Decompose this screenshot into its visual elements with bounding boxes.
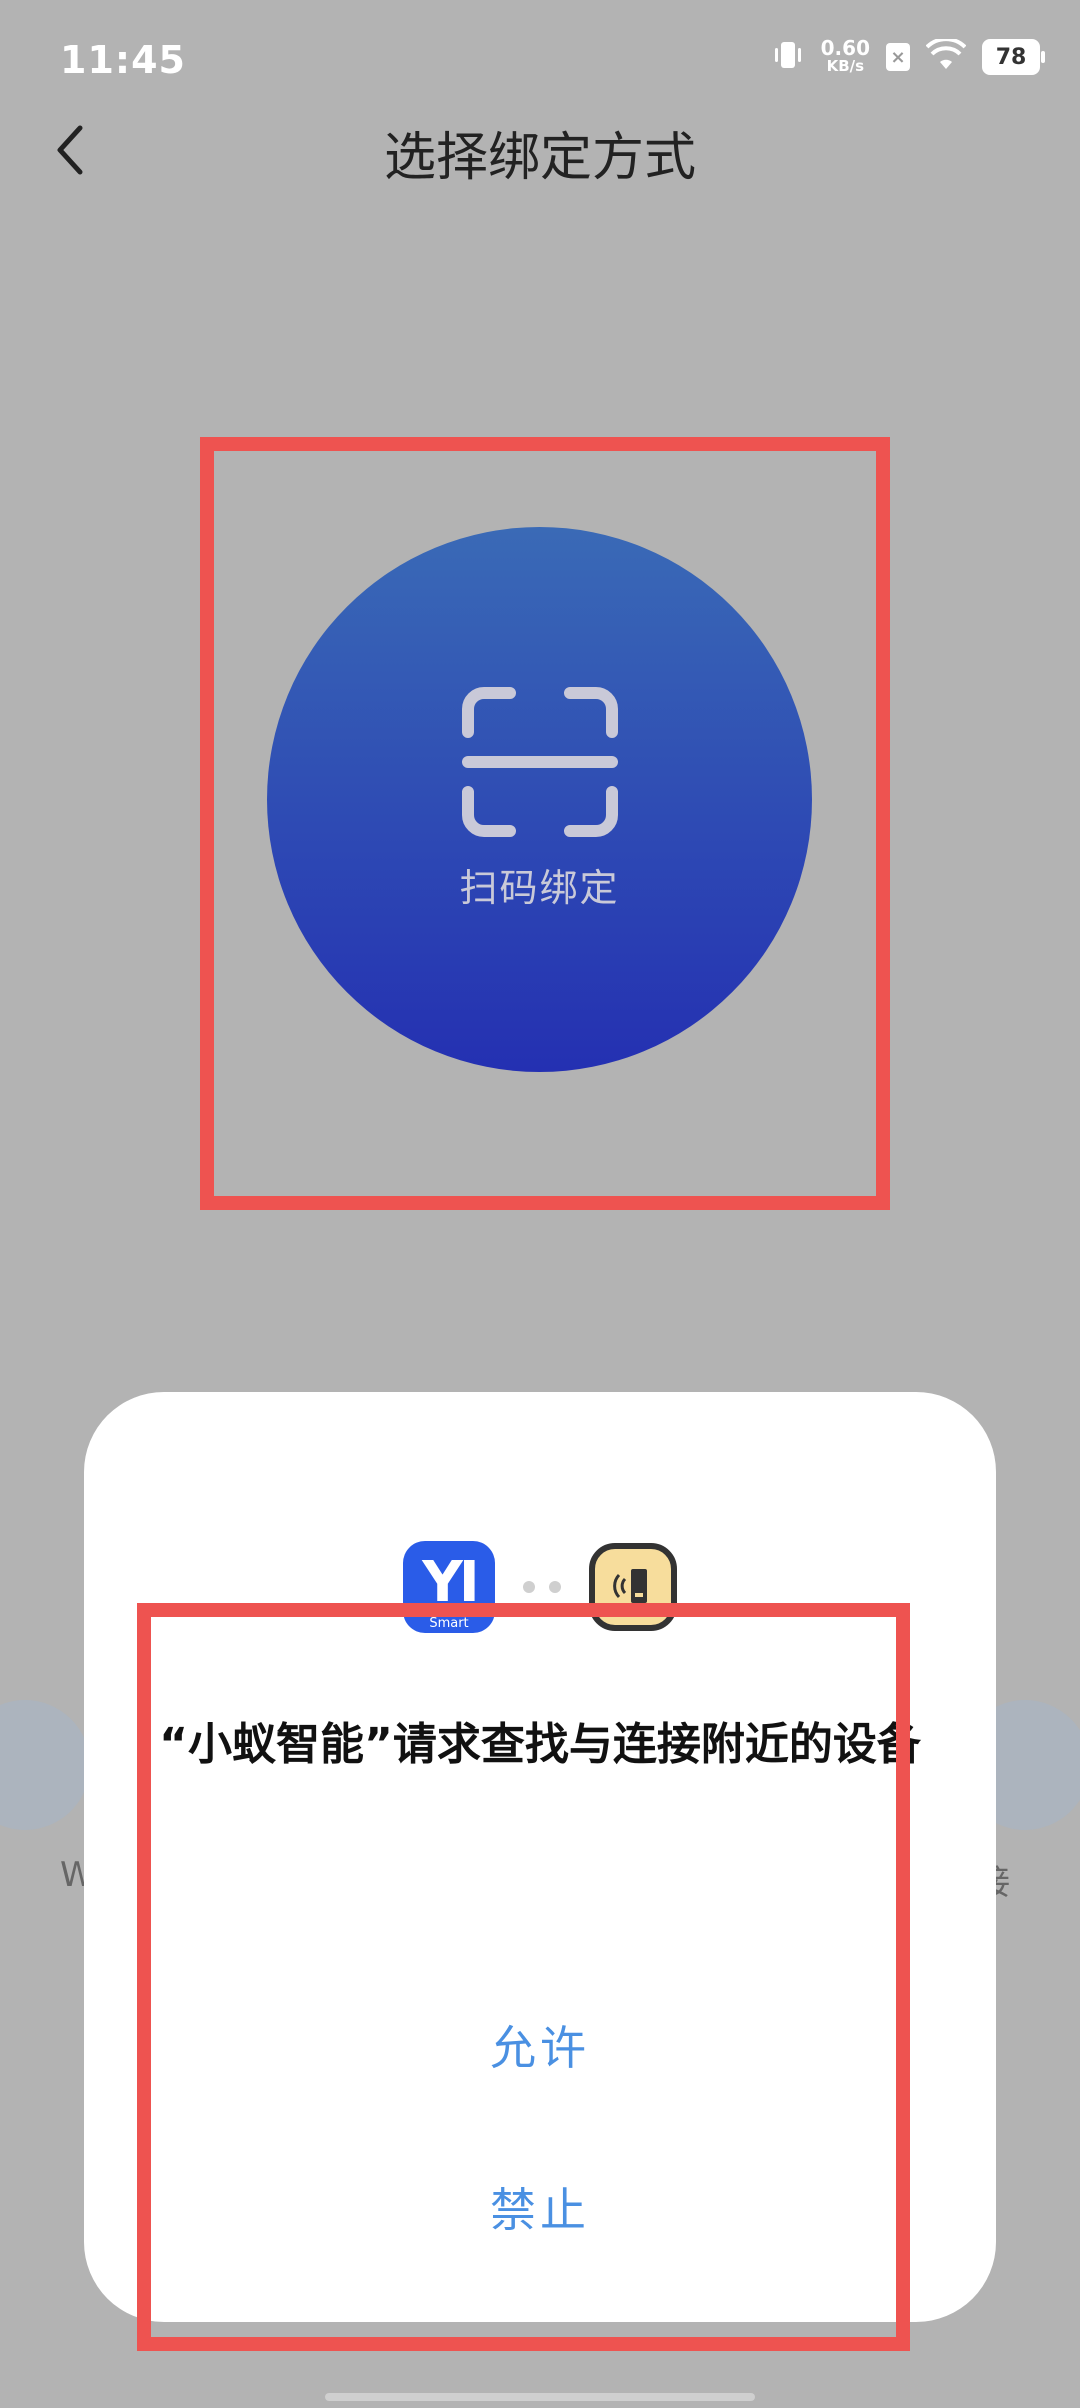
page-title: 选择绑定方式 <box>383 128 696 188</box>
status-icons: 0.60 KB/s × 78 <box>771 36 1045 76</box>
connection-dots <box>523 1581 561 1593</box>
status-time: 11:45 <box>60 38 186 82</box>
home-indicator[interactable] <box>325 2393 755 2401</box>
no-sim-icon: × <box>886 43 910 71</box>
dialog-highlight-frame <box>137 1603 910 2351</box>
scan-highlight-frame <box>200 437 890 1210</box>
wifi-icon <box>925 37 967 75</box>
net-speed: 0.60 KB/s <box>820 36 870 75</box>
vibrate-icon <box>771 38 805 76</box>
status-bar: 11:45 0.60 KB/s × 78 <box>0 0 1080 120</box>
battery-indicator: 78 <box>982 39 1045 75</box>
header: 选择绑定方式 <box>0 105 1080 195</box>
background-option-left <box>0 1700 90 1830</box>
